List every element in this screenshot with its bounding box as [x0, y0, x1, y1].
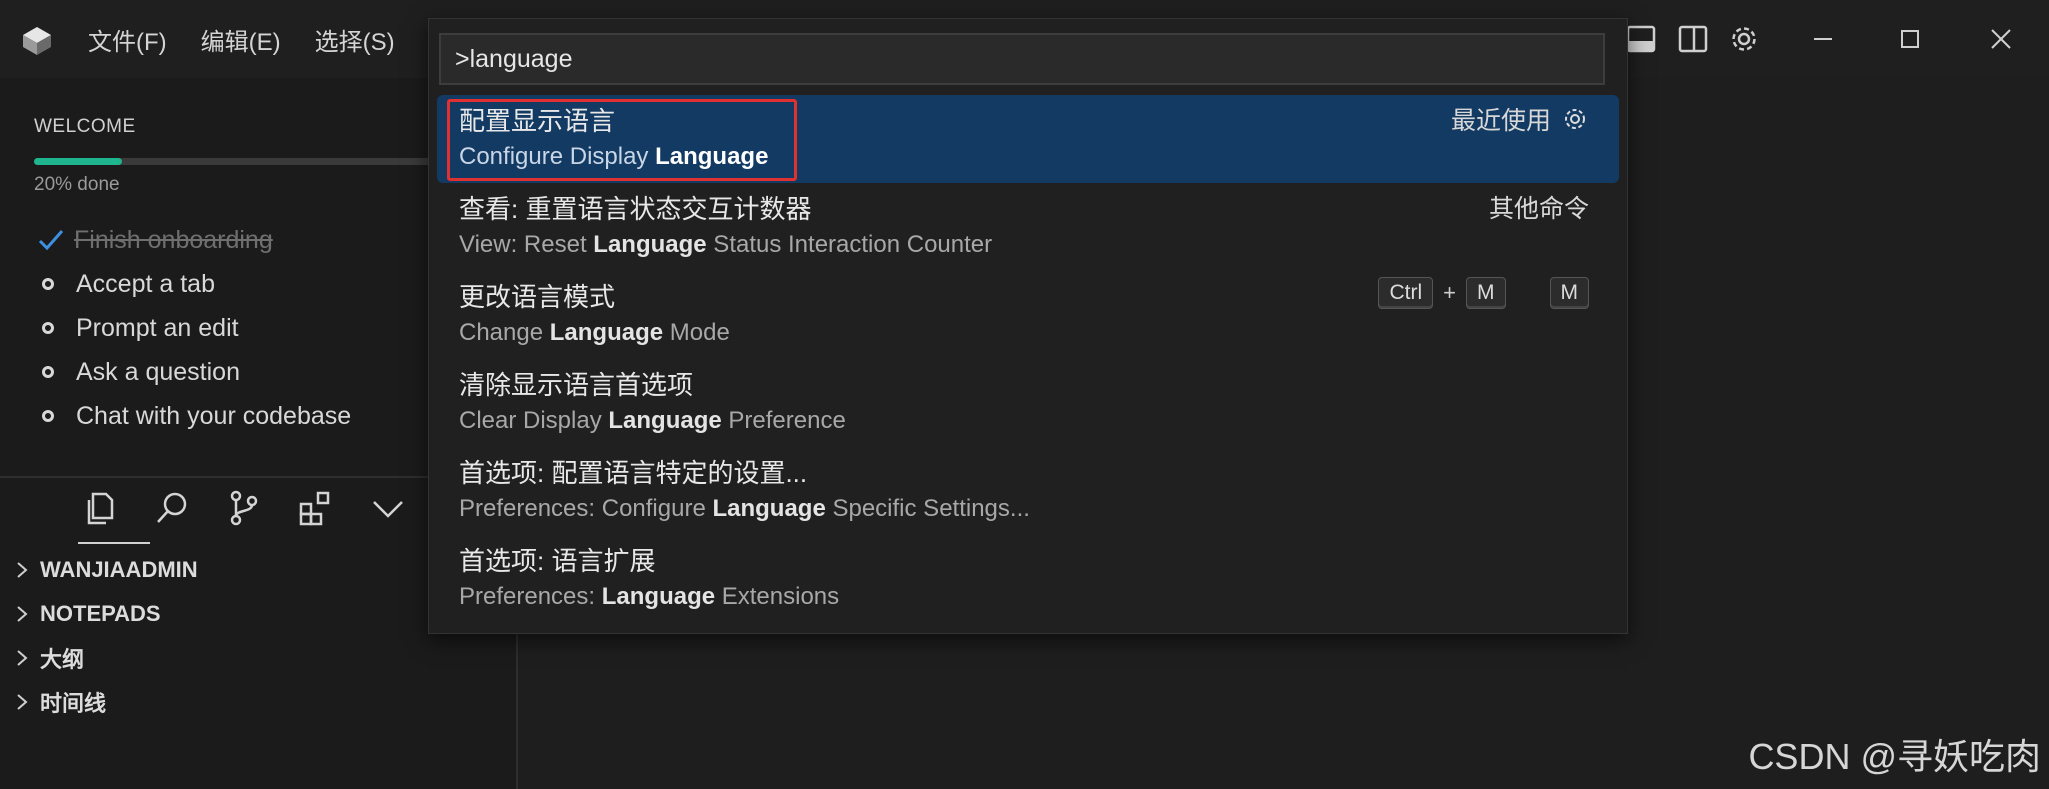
keybinding: Ctrl + M M [1378, 277, 1589, 309]
tree-item-timeline[interactable]: 时间线 [14, 680, 198, 724]
command-title: 更改语言模式 [459, 282, 616, 312]
activity-bar [78, 488, 408, 544]
command-title: 首选项: 语言扩展 [459, 546, 656, 576]
source-control-tab[interactable] [224, 488, 264, 528]
tree-item-outline[interactable]: 大纲 [14, 636, 198, 680]
step-label: Prompt an edit [76, 313, 239, 342]
red-highlight-box [447, 99, 797, 181]
menu-file[interactable]: 文件(F) [88, 22, 167, 57]
circle-icon [42, 278, 54, 290]
tree-item-wanjiaadmin[interactable]: WANJIAADMIN [14, 548, 198, 592]
recently-used-label: 最近使用 [1450, 107, 1551, 135]
menu-selection[interactable]: 选择(S) [315, 22, 395, 57]
files-icon [87, 492, 114, 525]
explorer-tab[interactable] [78, 488, 150, 544]
key-plus: + [1443, 280, 1456, 305]
minimize-icon[interactable] [1806, 22, 1840, 56]
app-logo-icon [23, 27, 51, 55]
step-prompt-an-edit[interactable]: Prompt an edit [34, 306, 351, 350]
search-tab[interactable] [152, 488, 192, 528]
welcome-title: WELCOME [34, 116, 136, 137]
command-item[interactable]: 首选项: 语言扩展 Preferences: Language Extensio… [437, 535, 1619, 623]
key-ctrl: Ctrl [1378, 277, 1434, 309]
tree-item-label: NOTEPADS [40, 601, 161, 626]
command-item[interactable]: 查看: 重置语言状态交互计数器 View: Reset Language Sta… [437, 183, 1619, 271]
command-title: 首选项: 配置语言特定的设置... [459, 458, 808, 488]
step-chat-with-codebase[interactable]: Chat with your codebase [34, 394, 351, 438]
command-meta: 其他命令 [1489, 189, 1589, 225]
command-title: 清除显示语言首选项 [459, 370, 694, 400]
source-control-icon [230, 490, 258, 526]
circle-icon [42, 410, 54, 422]
command-item[interactable]: 更改语言模式 Change Language Mode Ctrl + M M [437, 271, 1619, 359]
command-palette-input[interactable] [439, 33, 1605, 85]
close-icon[interactable] [1984, 22, 2018, 56]
command-palette: 配置显示语言 Configure Display Language 最近使用 查… [428, 18, 1628, 634]
step-label: Accept a tab [76, 269, 215, 298]
command-item[interactable]: 首选项: 配置语言特定的设置... Preferences: Configure… [437, 447, 1619, 535]
onboarding-progress-bar [34, 158, 474, 165]
onboarding-progress-fill [34, 158, 122, 165]
command-detail: Clear Display Language Preference [459, 407, 846, 434]
gear-icon[interactable] [1561, 105, 1589, 133]
maximize-icon[interactable] [1893, 22, 1927, 56]
tree-item-label: 大纲 [40, 647, 85, 672]
menu-edit[interactable]: 编辑(E) [201, 22, 281, 57]
chevron-right-icon [17, 606, 28, 622]
chevron-right-icon [17, 694, 28, 710]
toggle-panel-icon[interactable] [1624, 22, 1658, 56]
circle-icon [42, 322, 54, 334]
tree-item-label: WANJIAADMIN [40, 557, 198, 582]
extensions-icon [299, 491, 330, 526]
chevron-right-icon [17, 650, 28, 666]
step-label: Ask a question [76, 357, 240, 386]
command-meta: 最近使用 [1451, 101, 1589, 137]
menu-bar: 文件(F) 编辑(E) 选择(S) [88, 22, 395, 57]
explorer-tree: WANJIAADMIN NOTEPADS 大纲 时间线 [14, 548, 198, 724]
step-label: Finish onboarding [74, 225, 273, 254]
command-detail: Preferences: Language Extensions [459, 583, 840, 610]
key-m: M [1549, 277, 1589, 309]
other-commands-label: 其他命令 [1488, 195, 1589, 223]
command-item[interactable]: 配置显示语言 Configure Display Language 最近使用 [437, 95, 1619, 183]
extensions-tab[interactable] [296, 488, 336, 528]
more-views-tab[interactable] [368, 488, 408, 528]
command-item[interactable]: 清除显示语言首选项 Clear Display Language Prefere… [437, 359, 1619, 447]
circle-icon [42, 366, 54, 378]
onboarding-steps: Finish onboarding Accept a tab Prompt an… [34, 218, 351, 438]
watermark: CSDN @寻妖吃肉 [1748, 736, 2041, 777]
tree-item-label: 时间线 [40, 691, 107, 716]
command-list: 配置显示语言 Configure Display Language 最近使用 查… [437, 95, 1619, 623]
tree-item-notepads[interactable]: NOTEPADS [14, 592, 198, 636]
command-detail: Preferences: Configure Language Specific… [459, 495, 1030, 522]
command-title: 查看: 重置语言状态交互计数器 [459, 194, 812, 224]
key-m: M [1466, 277, 1506, 309]
step-finish-onboarding[interactable]: Finish onboarding [34, 218, 351, 262]
search-icon [157, 492, 187, 523]
check-icon [38, 230, 64, 251]
progress-text: 20% done [34, 174, 120, 195]
command-detail: View: Reset Language Status Interaction … [459, 231, 993, 258]
settings-gear-icon[interactable] [1727, 22, 1761, 56]
toggle-sidebar-icon[interactable] [1676, 22, 1710, 56]
chevron-down-icon [373, 501, 403, 518]
step-ask-a-question[interactable]: Ask a question [34, 350, 351, 394]
step-label: Chat with your codebase [76, 401, 352, 430]
step-accept-a-tab[interactable]: Accept a tab [34, 262, 351, 306]
chevron-right-icon [17, 562, 28, 578]
command-detail: Change Language Mode [459, 319, 730, 346]
